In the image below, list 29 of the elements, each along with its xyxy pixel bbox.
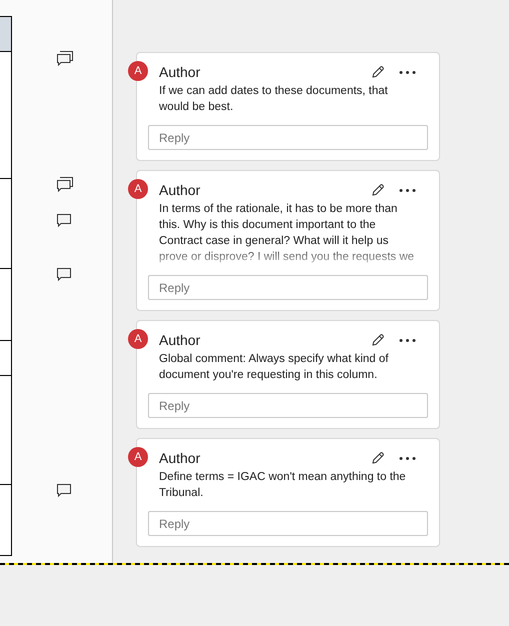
more-icon[interactable] xyxy=(399,70,416,74)
avatar: A xyxy=(128,179,148,199)
comment-icon[interactable] xyxy=(56,267,72,282)
more-icon[interactable] xyxy=(399,188,416,192)
avatar: A xyxy=(128,329,148,349)
author-name: Author xyxy=(159,64,202,80)
edit-icon[interactable] xyxy=(371,183,385,197)
reply-field[interactable]: Reply xyxy=(148,393,428,418)
edit-icon[interactable] xyxy=(371,65,385,79)
comment-icon[interactable] xyxy=(56,483,72,498)
reply-field[interactable]: Reply xyxy=(148,275,428,300)
reply-field[interactable]: Reply xyxy=(148,125,428,150)
avatar: A xyxy=(128,447,148,467)
author-name: Author xyxy=(159,450,202,466)
comments-icon[interactable] xyxy=(56,50,74,66)
reply-field[interactable]: Reply xyxy=(148,511,428,536)
comment-text: Define terms = IGAC won't mean anything to the Tribunal. xyxy=(159,470,407,501)
author-name: Author xyxy=(159,182,202,198)
comment-icon[interactable] xyxy=(56,213,72,228)
comment-text: In terms of the rationale, it has to be more than this. Why is this document important to the Contract case in general? What will it help us prove or disprove? I will send you the requests we xyxy=(159,202,416,265)
comment-text: Global comment: Always specify what kind of document you're requesting in this column. xyxy=(159,352,390,383)
more-icon[interactable] xyxy=(399,456,416,460)
comment-text: If we can add dates to these documents, that would be best. xyxy=(159,84,389,115)
author-name: Author xyxy=(159,332,202,348)
avatar: A xyxy=(128,61,148,81)
edit-icon[interactable] xyxy=(371,333,385,347)
more-icon[interactable] xyxy=(399,338,416,342)
comments-icon[interactable] xyxy=(56,176,74,192)
edit-icon[interactable] xyxy=(371,451,385,465)
